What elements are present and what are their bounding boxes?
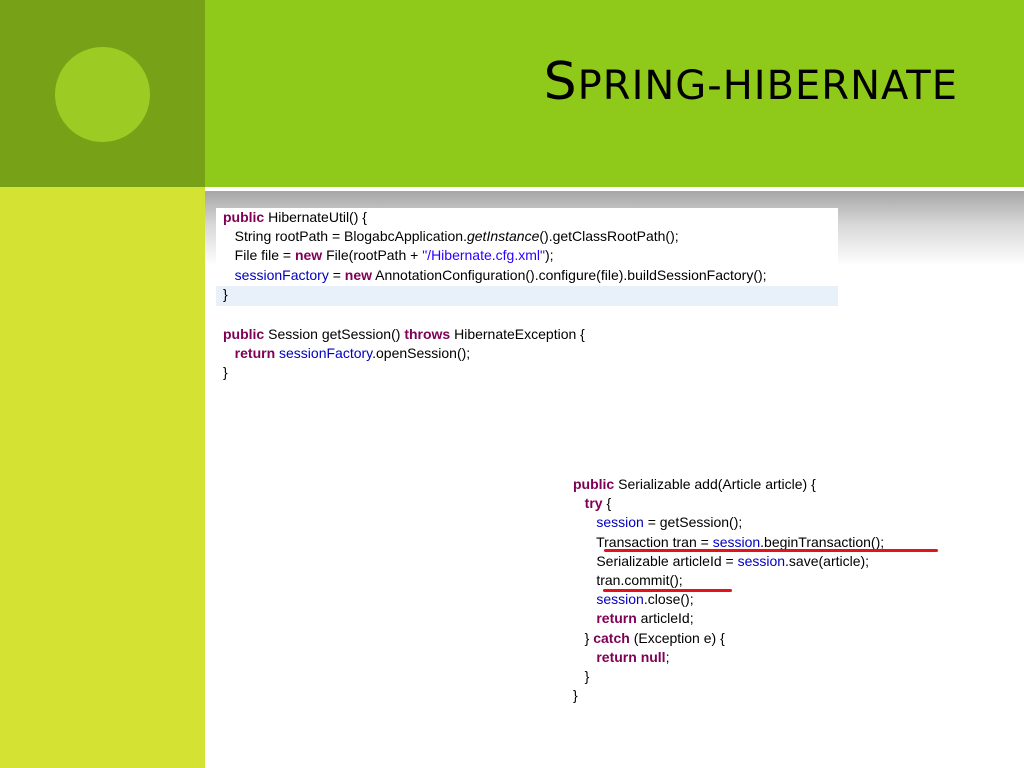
code-token: "/Hibernate.cfg.xml" <box>422 247 545 264</box>
slide-title-initial: S <box>543 52 578 112</box>
code-token: String rootPath = BlogabcApplication. <box>223 228 467 245</box>
code-line: return articleId; <box>573 609 953 628</box>
code-token: .close(); <box>643 591 694 608</box>
code-token: ); <box>544 247 554 264</box>
code-token: sessionFactory <box>234 266 329 283</box>
code-token: } <box>573 687 578 704</box>
code-token: ().getClassRootPath(); <box>539 228 679 245</box>
code-token: Serializable articleId = <box>573 552 738 569</box>
code-token: getInstance <box>466 228 540 245</box>
code-line: public Serializable add(Article article)… <box>573 475 953 494</box>
code-token: = <box>328 266 345 283</box>
code-token: (Exception e) { <box>629 629 725 646</box>
code-token: new <box>344 266 373 283</box>
code-token: return <box>596 610 637 627</box>
code-token: new <box>294 247 323 264</box>
code-token: File(rootPath + <box>322 247 423 264</box>
code-token: null <box>640 648 666 665</box>
code-line: Serializable articleId = session.save(ar… <box>573 552 953 571</box>
underline-begin-transaction <box>604 549 938 552</box>
code-token: return <box>596 648 637 665</box>
side-bar <box>0 187 205 768</box>
code-line: session = getSession(); <box>573 513 953 532</box>
code-token: session <box>737 552 786 569</box>
slide-title-rest: PRING-HIBERNATE <box>577 63 958 109</box>
code-token: .save(article); <box>785 552 870 569</box>
code-token: = getSession(); <box>643 514 743 531</box>
code-token: catch <box>593 629 630 646</box>
code-token: } <box>573 667 590 684</box>
code-line: String rootPath = BlogabcApplication.get… <box>216 227 838 246</box>
code-block-get-session: public Session getSession() throws Hiber… <box>216 325 636 383</box>
code-token: File file = <box>223 247 295 264</box>
code-token: throws <box>404 326 451 342</box>
code-token: ; <box>665 648 670 665</box>
code-token: HibernateException { <box>450 326 585 342</box>
code-token: } <box>573 629 594 646</box>
code-token: session <box>712 533 761 550</box>
code-line: } <box>573 686 953 705</box>
code-token: tran.commit(); <box>573 571 683 588</box>
code-token: .openSession(); <box>372 345 471 362</box>
code-line: public Session getSession() throws Hiber… <box>216 325 636 344</box>
code-token: Session getSession() <box>264 326 405 342</box>
code-token: session <box>596 514 644 531</box>
code-line: sessionFactory = new AnnotationConfigura… <box>216 266 838 285</box>
code-token: HibernateUtil() { <box>264 209 367 225</box>
code-token: sessionFactory <box>279 345 373 362</box>
code-line: return null; <box>573 648 953 667</box>
code-token: } <box>223 285 228 302</box>
code-line: return sessionFactory.openSession(); <box>216 344 636 363</box>
code-token: articleId; <box>636 610 694 627</box>
code-token: { <box>602 495 612 512</box>
code-token: } <box>223 364 228 381</box>
decorative-circle <box>55 47 150 142</box>
code-line: } <box>216 363 636 382</box>
code-block-hibernate-util: public HibernateUtil() { String rootPath… <box>216 208 838 304</box>
code-token: .beginTransaction(); <box>760 533 885 550</box>
code-line: tran.commit(); <box>573 571 953 590</box>
underline-commit <box>603 589 732 592</box>
code-token: public <box>573 476 615 492</box>
code-token: public <box>223 209 265 225</box>
code-token: public <box>223 326 265 342</box>
code-line: } <box>216 285 838 304</box>
code-token: return <box>234 345 276 362</box>
code-line: } catch (Exception e) { <box>573 629 953 648</box>
code-line: public HibernateUtil() { <box>216 208 838 227</box>
code-token: AnnotationConfiguration().configure(file… <box>372 266 767 283</box>
code-token: Serializable add(Article article) { <box>614 476 816 492</box>
code-token: Transaction tran = <box>573 533 713 550</box>
code-line: try { <box>573 494 953 513</box>
code-line: File file = new File(rootPath + "/Hibern… <box>216 246 838 265</box>
code-line: } <box>573 667 953 686</box>
slide-title: SPRING-HIBERNATE <box>544 52 958 112</box>
code-line: session.close(); <box>573 590 953 609</box>
code-token: try <box>584 495 603 512</box>
code-token: session <box>596 591 644 608</box>
